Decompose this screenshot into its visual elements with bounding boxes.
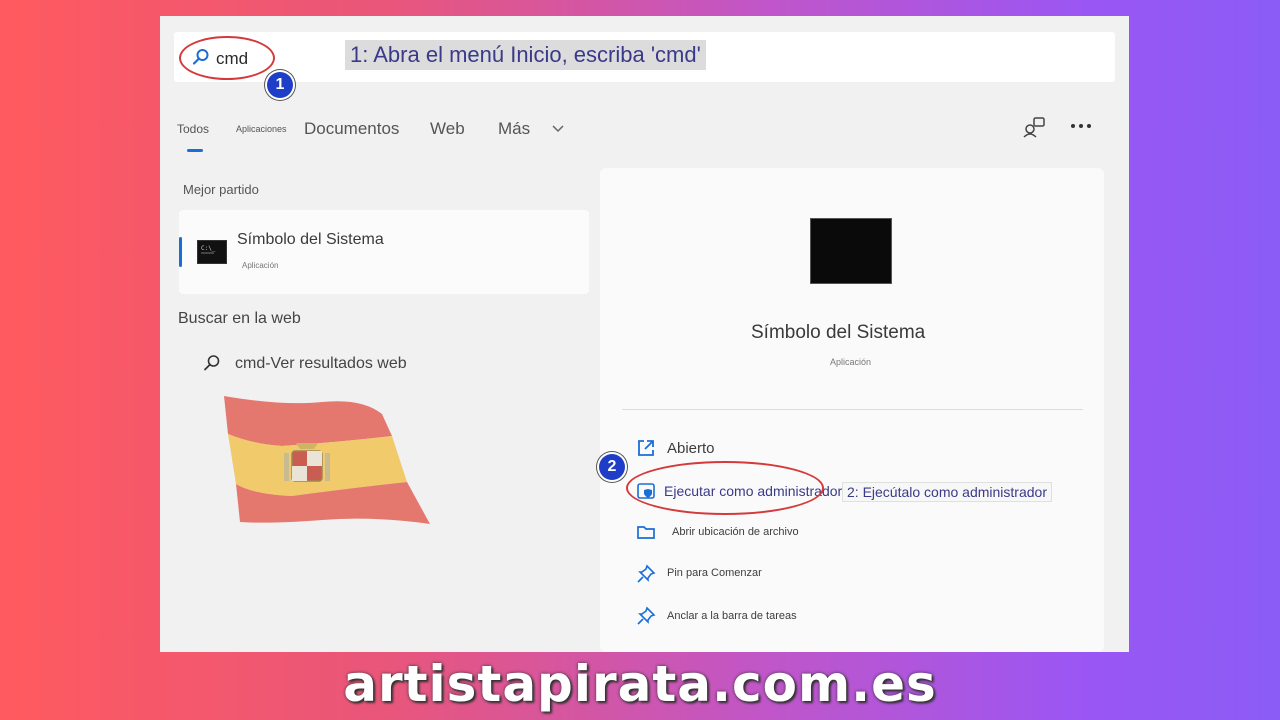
web-search-label: Buscar en la web [178,310,301,327]
active-tab-indicator [187,149,203,152]
divider [622,409,1083,410]
step-1-badge: 1 [267,72,293,98]
search-icon [204,355,220,371]
command-prompt-large-icon [810,218,892,284]
step-2-instruction: 2: Ejecútalo como administrador [842,482,1052,502]
open-external-icon [638,440,654,456]
action-pin-to-start[interactable]: Pin para Comenzar [667,567,762,579]
chevron-down-icon[interactable] [552,124,564,134]
step-2-badge: 2 [599,454,625,480]
tab-all[interactable]: Todos [177,122,209,136]
detail-subtitle: Aplicación [830,357,872,367]
svg-text:C:\_: C:\_ [201,245,216,252]
site-watermark: artistapirata.com.es [343,655,937,713]
tab-web[interactable]: Web [430,119,465,139]
tab-more[interactable]: Más [498,119,530,139]
more-options-icon[interactable] [1070,122,1092,130]
tab-apps[interactable]: Aplicaciones [236,124,287,134]
best-match-title: Símbolo del Sistema [237,231,384,248]
best-match-subtitle: Aplicación [242,261,279,270]
pin-icon [637,606,656,625]
action-open-file-location[interactable]: Abrir ubicación de archivo [672,526,799,538]
detail-title: Símbolo del Sistema [751,322,926,343]
selection-indicator [179,237,182,267]
highlight-ring-search [179,36,275,80]
web-search-result[interactable]: cmd-Ver resultados web [235,355,407,373]
action-pin-to-taskbar[interactable]: Anclar a la barra de tareas [667,610,797,622]
account-share-icon[interactable] [1022,116,1046,138]
best-match-card[interactable] [179,210,589,294]
search-window: cmd 1 1: Abra el menú Inicio, escriba 'c… [160,16,1129,652]
highlight-ring-admin [626,461,824,515]
folder-icon [637,526,655,539]
pin-icon [637,564,656,583]
action-open[interactable]: Abierto [667,440,715,457]
tab-documents[interactable]: Documentos [304,119,399,139]
spain-flag-image [224,396,430,524]
command-prompt-icon: C:\_ [197,240,227,264]
step-1-instruction: 1: Abra el menú Inicio, escriba 'cmd' [345,40,706,70]
best-match-label: Mejor partido [183,182,259,197]
